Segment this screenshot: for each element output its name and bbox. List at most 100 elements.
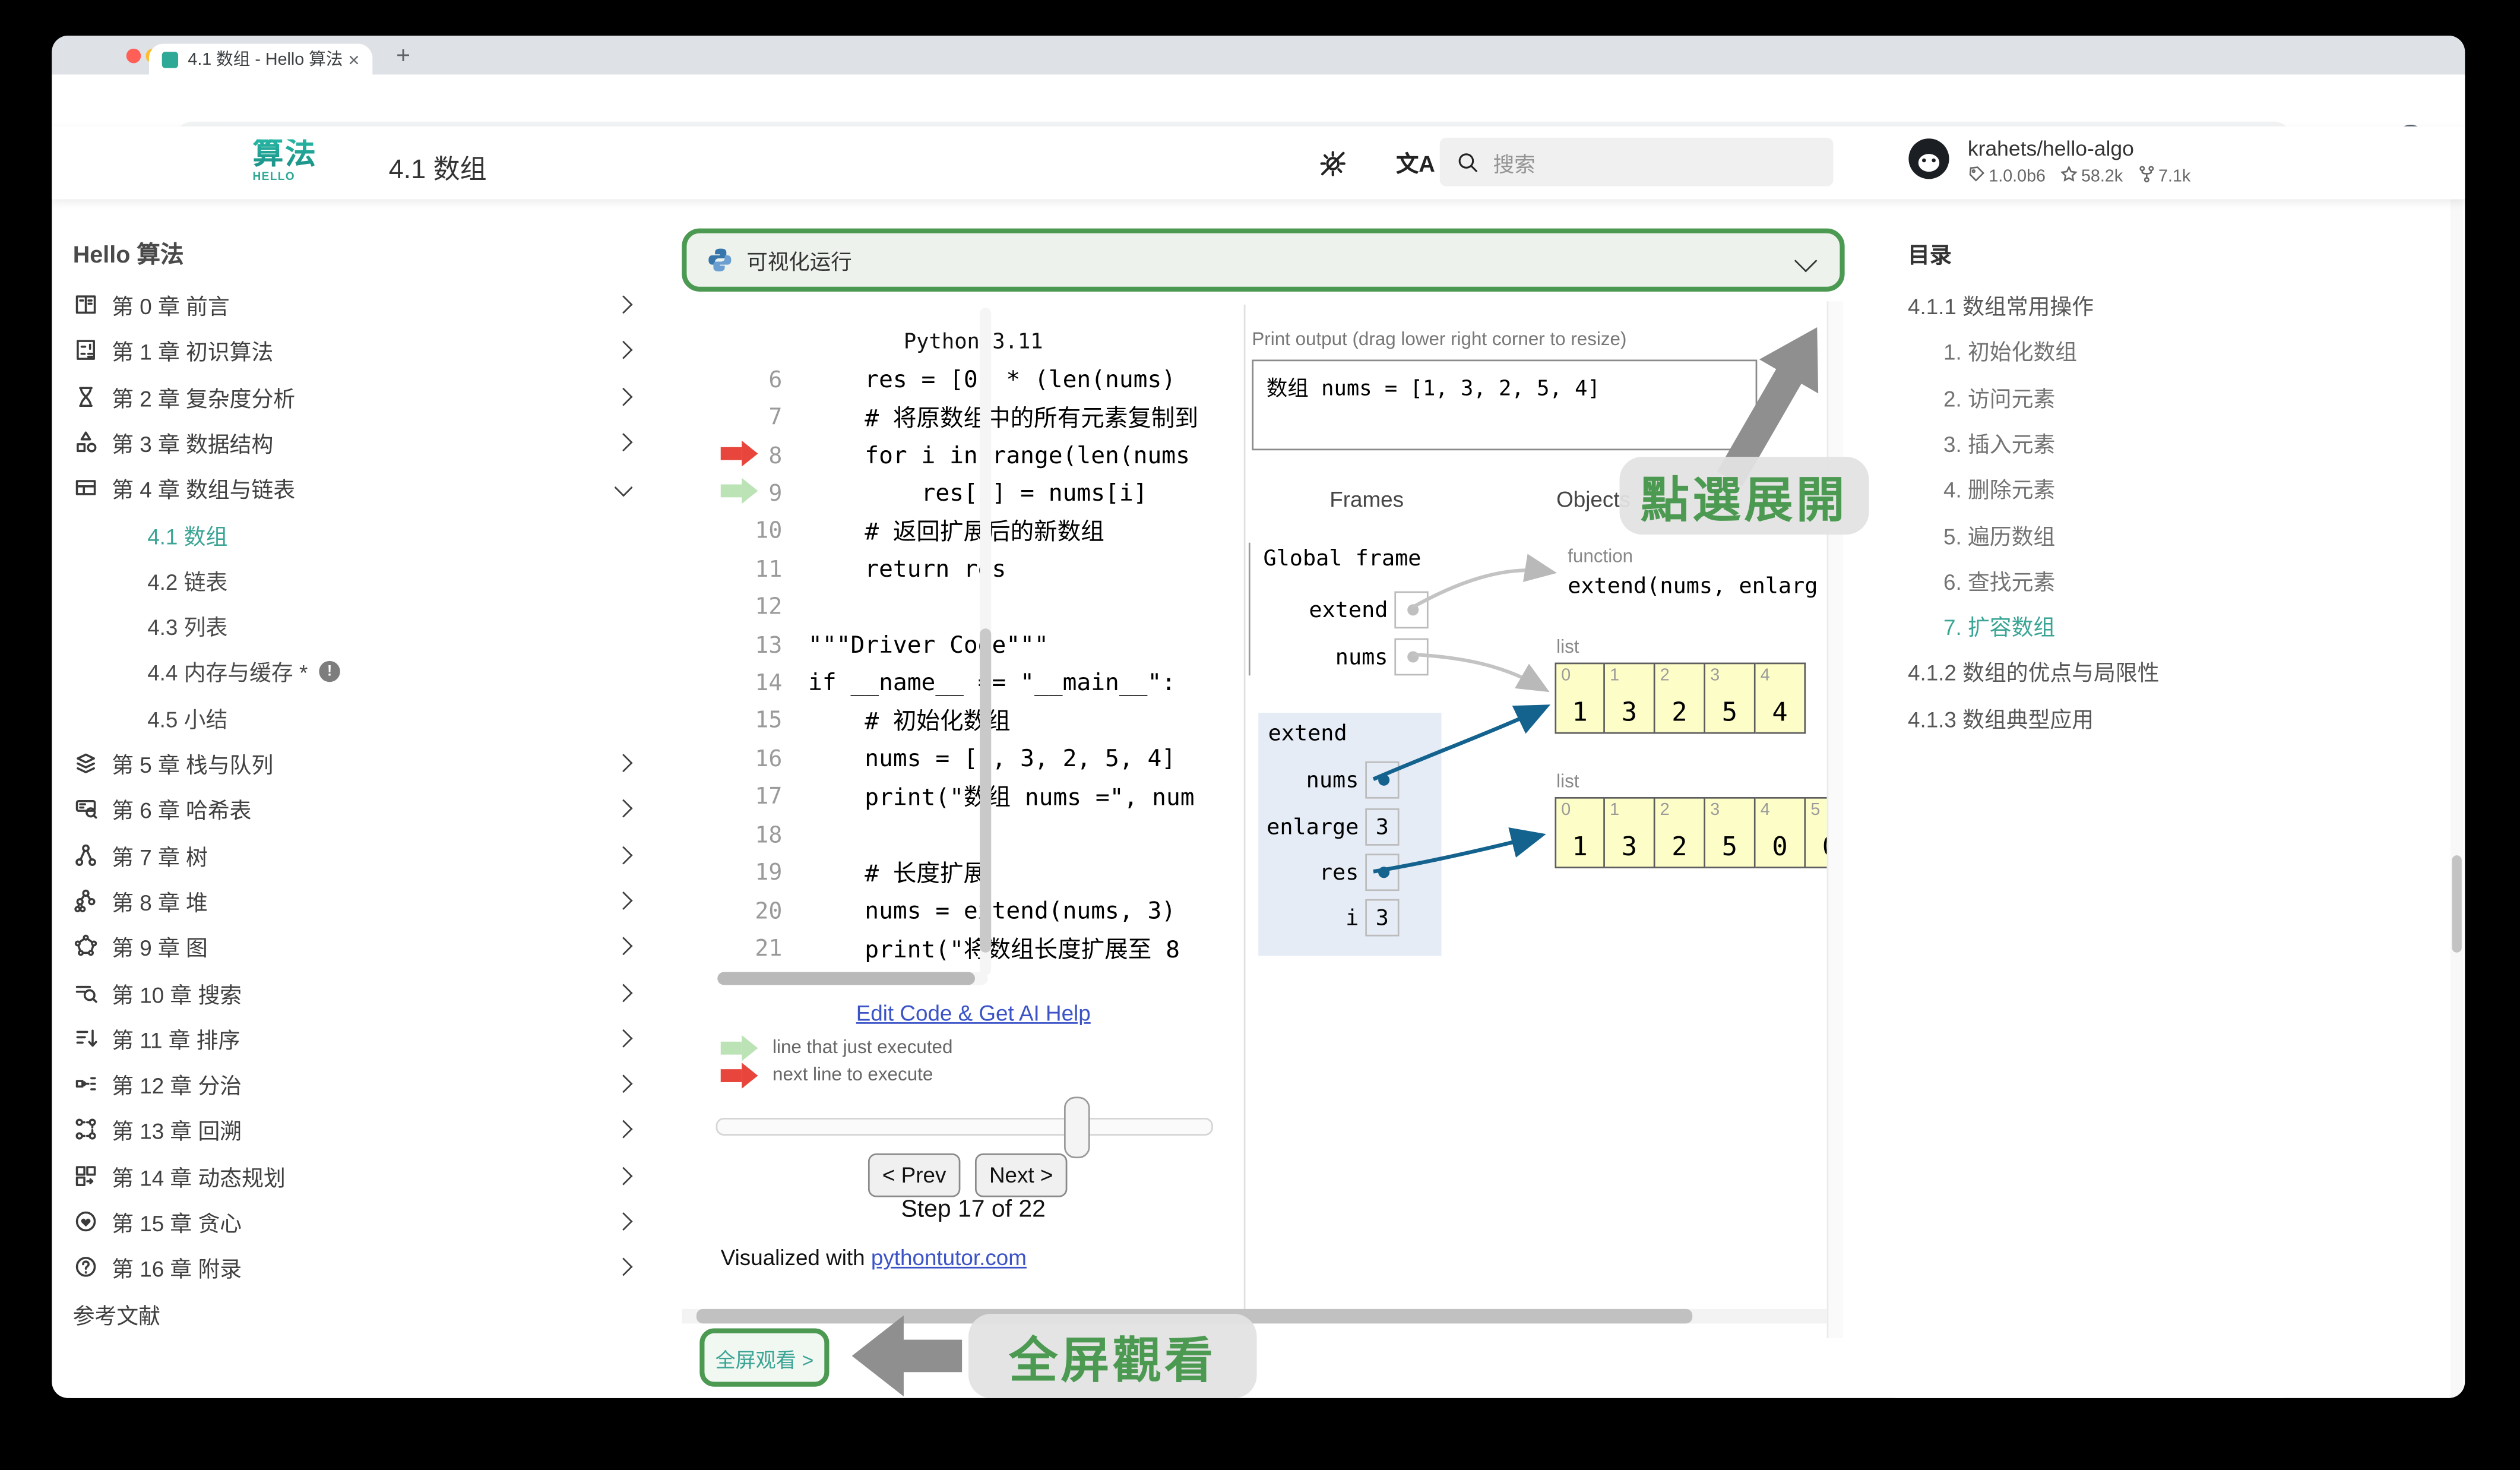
sidebar-item-4-4[interactable]: 4.4 内存与缓存 *! (147, 648, 633, 693)
code-line: 7 # 将原数组中的所有元素复制到 (682, 399, 1198, 436)
next-button[interactable]: Next > (975, 1153, 1067, 1197)
sidebar-item-4-2[interactable]: 4.2 链表 (147, 557, 633, 602)
frame-horizontal-scrollbar[interactable] (682, 1309, 1826, 1324)
sidebar-item-chapter14[interactable]: 第 14 章 动态规划 (73, 1153, 640, 1199)
toc-item-4[interactable]: 4. 删除元素 (1943, 465, 2308, 510)
chevron-down-icon (615, 479, 633, 497)
theme-toggle-icon[interactable] (1316, 147, 1349, 180)
sidebar-item-chapter9[interactable]: 第 9 章 图 (73, 924, 640, 969)
legend-just-executed: line that just executed (773, 1038, 952, 1058)
pythontutor-link[interactable]: pythontutor.com (871, 1245, 1027, 1270)
toc-item-4-1-1[interactable]: 4.1.1 数组常用操作 (1908, 282, 2272, 327)
prev-button[interactable]: < Prev (868, 1153, 960, 1197)
sidebar-item-chapter5[interactable]: 第 5 章 栈与队列 (73, 740, 640, 785)
greedy-icon (73, 1209, 99, 1235)
list-nums: 01 13 22 35 44 (1555, 663, 1813, 734)
tab-strip: 4.1 数组 - Hello 算法 × + (52, 36, 2465, 74)
annotation-expand-bubble: 點選展開 (1620, 457, 1869, 535)
sidebar-item-4-3[interactable]: 4.3 列表 (147, 603, 633, 648)
star-icon (2060, 165, 2078, 188)
sidebar-item-chapter1[interactable]: 第 1 章 初识算法 (73, 327, 640, 372)
code-horizontal-scrollbar[interactable] (717, 972, 987, 985)
chevron-right-icon (615, 754, 633, 772)
browser-window: 4.1 数组 - Hello 算法 × + https://www.hello-… (52, 36, 2465, 1398)
code-line: 10 # 返回扩展后的新数组 (682, 512, 1104, 549)
divide-conquer-icon (73, 1071, 99, 1097)
chevron-right-icon (615, 1167, 633, 1186)
close-tab-icon[interactable]: × (348, 48, 359, 70)
chevron-right-icon (615, 1120, 633, 1139)
chevron-right-icon (615, 341, 633, 359)
list-cell-clipped: 50 (1806, 797, 1826, 868)
step-slider[interactable] (716, 1118, 1213, 1136)
chevron-right-icon (615, 937, 633, 955)
next-line-arrow-icon (721, 447, 742, 460)
sidebar-item-references[interactable]: 参考文献 (73, 1291, 640, 1336)
toc-title: 目录 (1908, 236, 1952, 269)
tab-title: 4.1 数组 - Hello 算法 (188, 47, 341, 71)
sidebar-item-chapter8[interactable]: 第 8 章 堆 (73, 878, 640, 923)
list-type-label: list (1556, 773, 1579, 792)
code-line: 16 nums = [1, 3, 2, 5, 4] (682, 740, 1176, 777)
browser-tab[interactable]: 4.1 数组 - Hello 算法 × (149, 44, 372, 75)
github-repo-link[interactable]: krahets/hello-algo 1.0.0b6 58.2k 7.1k (1906, 136, 2190, 188)
ref-dot (1407, 604, 1419, 615)
sidebar-item-chapter10[interactable]: 第 10 章 搜索 (73, 970, 640, 1016)
legend-red-arrow-icon (721, 1069, 742, 1082)
sidebar-item-chapter16[interactable]: 第 16 章 附录 (73, 1244, 640, 1289)
sidebar-item-chapter3[interactable]: 第 3 章 数据结构 (73, 419, 640, 464)
dynamic-programming-icon (73, 1163, 99, 1189)
sidebar-item-chapter2[interactable]: 第 2 章 复杂度分析 (73, 374, 640, 419)
sidebar-item-chapter13[interactable]: 第 13 章 回溯 (73, 1107, 640, 1152)
repo-version: 1.0.0b6 (1989, 167, 2046, 186)
fork-icon (2138, 165, 2155, 188)
toc-item-4-1-2[interactable]: 4.1.2 数组的优点与局限性 (1908, 648, 2272, 693)
sidebar-item-chapter7[interactable]: 第 7 章 树 (73, 833, 640, 878)
code-line: 15 # 初始化数组 (682, 701, 1010, 739)
sidebar-item-4-1[interactable]: 4.1 数组 (147, 512, 633, 557)
sidebar-item-chapter6[interactable]: 第 6 章 哈希表 (73, 786, 640, 831)
visual-run-panel-header[interactable]: 可视化运行 (682, 229, 1844, 292)
page-scrollbar-thumb[interactable] (2452, 855, 2461, 953)
toc-item-3[interactable]: 3. 插入元素 (1943, 419, 2308, 464)
toc-item-1[interactable]: 1. 初始化数组 (1943, 327, 2308, 372)
ref-dot (1378, 867, 1389, 878)
toc-item-6[interactable]: 6. 查找元素 (1943, 557, 2308, 602)
backtracking-icon (73, 1116, 99, 1142)
list-cell: 13 (1605, 797, 1655, 868)
language-icon[interactable]: 文A (1396, 147, 1435, 180)
close-window-button[interactable] (126, 49, 141, 64)
print-output-box[interactable]: 数组 nums = [1, 3, 2, 5, 4] (1252, 360, 1757, 451)
fullscreen-view-link[interactable]: 全屏观看 > (699, 1329, 829, 1387)
heap-icon (73, 888, 99, 914)
sidebar-item-chapter4[interactable]: 第 4 章 数组与链表 (73, 465, 640, 510)
legend-next-line: next line to execute (773, 1066, 933, 1086)
page-scrollbar[interactable] (2451, 127, 2464, 1398)
sidebar-site-title: Hello 算法 (73, 236, 184, 270)
list-cell: 22 (1655, 797, 1706, 868)
github-icon (1906, 136, 1951, 181)
search-input[interactable]: 搜索 (1440, 138, 1834, 186)
sidebar-item-chapter11[interactable]: 第 11 章 排序 (73, 1016, 640, 1061)
toc-item-5[interactable]: 5. 遍历数组 (1943, 512, 2308, 557)
new-tab-button[interactable]: + (385, 40, 421, 73)
sidebar-item-chapter12[interactable]: 第 12 章 分治 (73, 1061, 640, 1107)
edit-code-link[interactable]: Edit Code & Get AI Help (779, 1001, 1168, 1026)
visualized-with: Visualized with pythontutor.com (721, 1245, 1027, 1270)
site-logo[interactable]: 算法 HELLO (252, 140, 337, 188)
sidebar-item-4-5[interactable]: 4.5 小结 (147, 695, 633, 740)
step-slider-thumb[interactable] (1064, 1097, 1090, 1159)
chevron-down-icon[interactable] (1794, 248, 1818, 271)
extend-var-nums: nums (1258, 761, 1399, 799)
stack-icon (73, 750, 99, 776)
toc-item-2[interactable]: 2. 访问元素 (1943, 374, 2308, 419)
screenshot-root: 4.1 数组 - Hello 算法 × + https://www.hello-… (0, 0, 2520, 1470)
sort-icon (73, 1026, 99, 1052)
global-frame-title: Global frame (1263, 546, 1461, 572)
sidebar-item-chapter0[interactable]: 第 0 章 前言 (73, 282, 640, 327)
question-circle-icon (73, 1254, 99, 1280)
code-vertical-scrollbar[interactable] (980, 308, 991, 975)
toc-item-7-active[interactable]: 7. 扩容数组 (1943, 603, 2308, 648)
sidebar-item-chapter15[interactable]: 第 15 章 贪心 (73, 1199, 640, 1244)
toc-item-4-1-3[interactable]: 4.1.3 数组典型应用 (1908, 695, 2272, 740)
